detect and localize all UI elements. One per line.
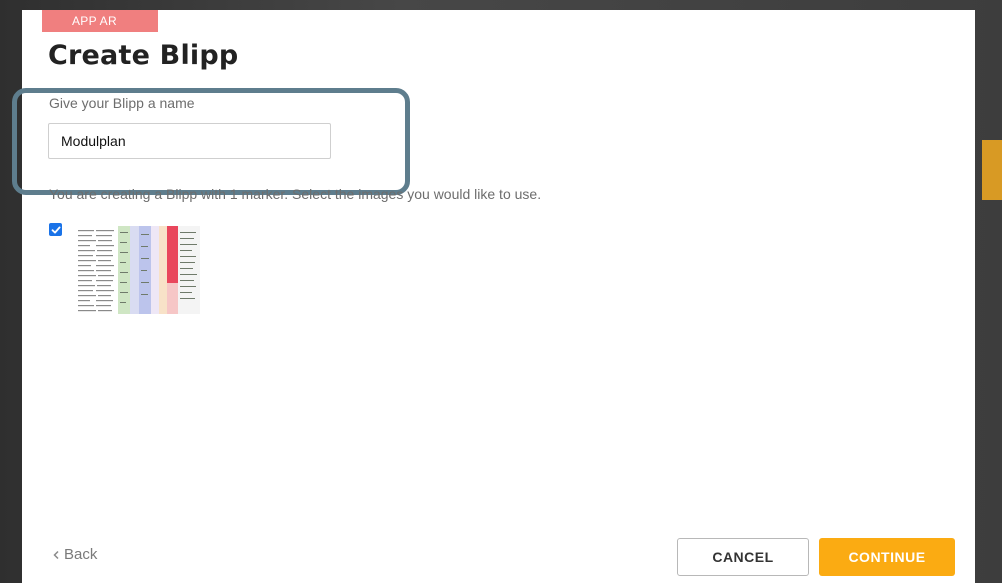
chevron-left-icon bbox=[53, 550, 59, 559]
create-blipp-dialog: APP AR Create Blipp Give your Blipp a na… bbox=[12, 10, 975, 583]
document-thumbnail-icon bbox=[74, 222, 204, 317]
backdrop-accent bbox=[982, 140, 1002, 200]
back-label: Back bbox=[64, 546, 98, 563]
dialog-title: Create Blipp bbox=[48, 40, 239, 71]
marker-thumbnail[interactable] bbox=[74, 222, 204, 317]
marker-description: You are creating a Blipp with 1 marker. … bbox=[49, 186, 542, 202]
blipp-name-label: Give your Blipp a name bbox=[49, 95, 195, 111]
blipp-name-input[interactable] bbox=[48, 123, 331, 159]
checkmark-icon bbox=[51, 226, 60, 233]
app-ar-tag: APP AR bbox=[42, 10, 158, 32]
marker-checkbox[interactable] bbox=[49, 223, 62, 236]
cancel-button[interactable]: CANCEL bbox=[677, 538, 809, 576]
continue-button[interactable]: CONTINUE bbox=[819, 538, 955, 576]
back-link[interactable]: Back bbox=[52, 546, 97, 563]
